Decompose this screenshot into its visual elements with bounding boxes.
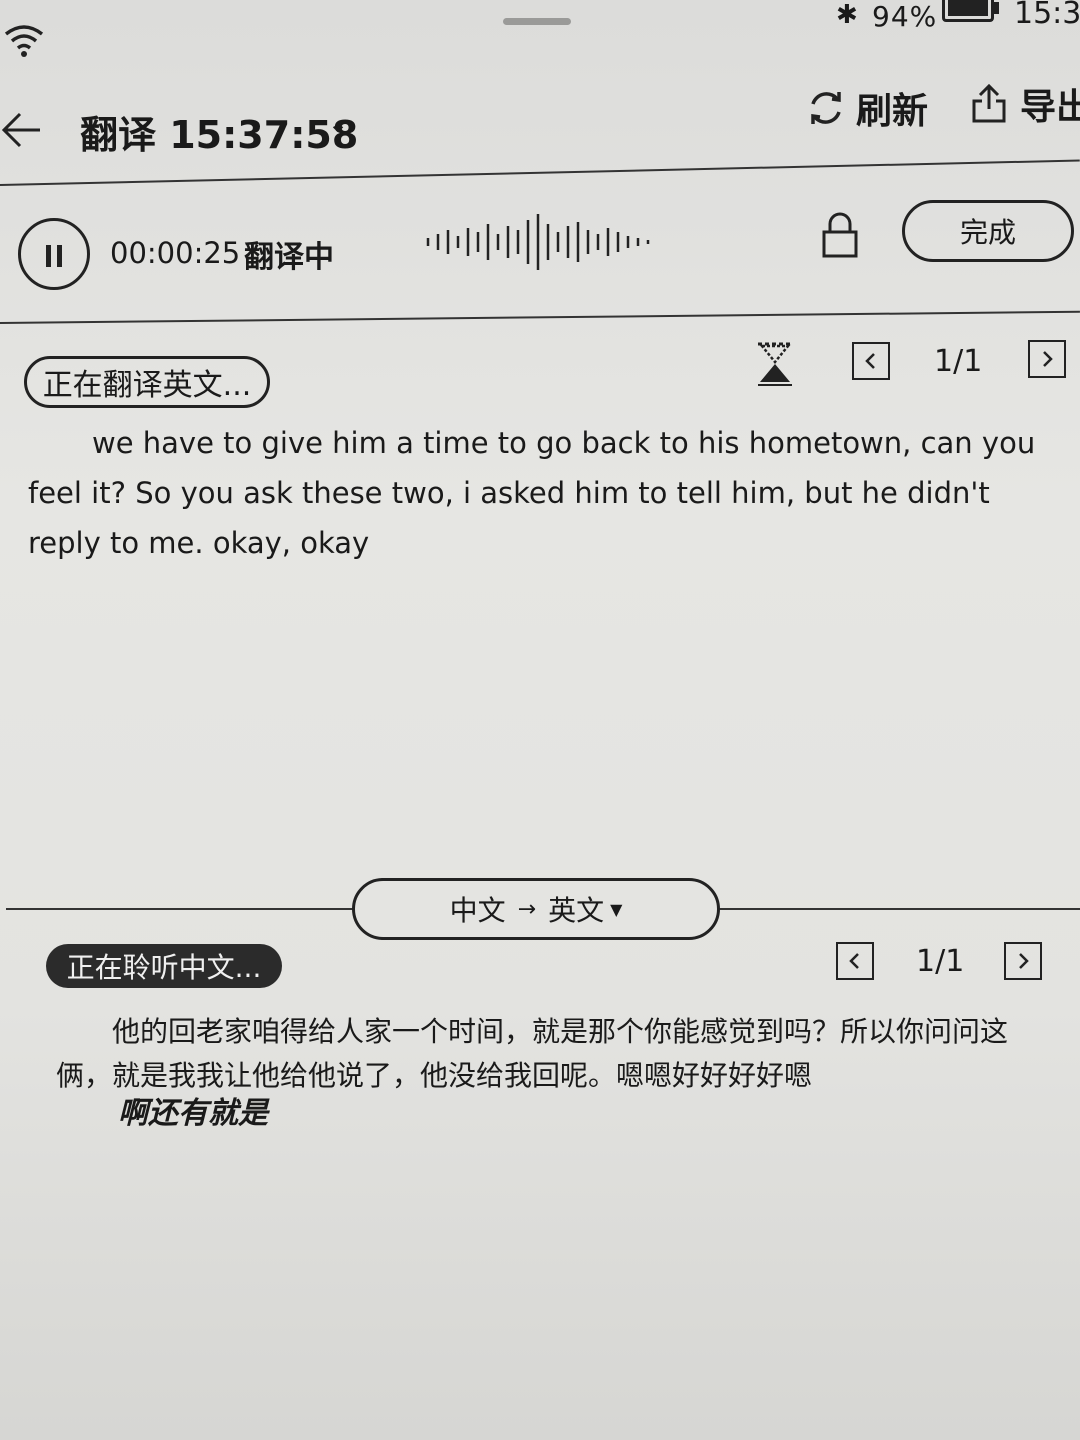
panel-divider-right — [718, 908, 1080, 910]
drag-handle[interactable] — [503, 18, 571, 25]
refresh-icon — [811, 92, 841, 124]
target-language: 英文 — [548, 894, 605, 927]
chevron-right-icon — [1019, 953, 1029, 969]
translation-text: we have to give him a time to go back to… — [28, 426, 1036, 560]
chevron-down-icon[interactable]: ⌄ — [328, 110, 348, 138]
pause-button[interactable] — [18, 218, 90, 290]
translation-prev-page-button[interactable] — [852, 342, 890, 380]
caret-down-icon: ▼ — [610, 899, 623, 919]
refresh-button[interactable]: 刷新 — [806, 84, 928, 132]
refresh-label: 刷新 — [856, 91, 929, 132]
chevron-left-icon — [849, 953, 859, 969]
transcript-next-page-button[interactable] — [1004, 942, 1042, 980]
back-arrow-icon[interactable] — [0, 108, 44, 152]
transcript-prev-page-button[interactable] — [836, 942, 874, 980]
app-screen: ✱ 94% 15:3 翻译 15:37:58 ⌄ 刷新 导出 00:00:25 … — [0, 0, 1080, 1440]
done-button[interactable]: 完成 — [902, 200, 1074, 262]
wifi-icon — [4, 25, 44, 57]
battery-icon — [942, 0, 994, 22]
battery-terminal — [994, 2, 999, 14]
listening-status-pill: 正在聆听中文... — [46, 944, 282, 988]
hourglass-icon[interactable] — [756, 342, 794, 386]
audio-waveform-icon — [426, 214, 650, 270]
language-switch-button[interactable]: 中文 → 英文 ▼ — [352, 878, 720, 940]
transcript-page-indicator: 1/1 — [916, 944, 965, 979]
chevron-right-icon — [1043, 351, 1053, 367]
translation-status-pill: 正在翻译英文... — [24, 356, 270, 408]
recording-status: 翻译中 — [244, 240, 334, 275]
translation-next-page-button[interactable] — [1028, 340, 1066, 378]
page-title[interactable]: 翻译 15:37:58 — [80, 104, 358, 159]
transcript-live-text: 啊还有就是 — [118, 1096, 268, 1131]
chevron-left-icon — [865, 353, 875, 369]
status-clock: 15:3 — [1014, 0, 1080, 31]
elapsed-time: 00:00:25 — [110, 236, 241, 270]
status-bar: ✱ 94% 15:3 — [0, 0, 1080, 60]
panel-divider-left — [6, 908, 354, 910]
translation-page-indicator: 1/1 — [934, 344, 983, 379]
bluetooth-icon: ✱ — [836, 0, 858, 30]
transcript-text: 他的回老家咱得给人家一个时间，就是那个你能感觉到吗？所以你问问这俩，就是我我让他… — [56, 1015, 1009, 1092]
lock-icon[interactable] — [820, 212, 860, 258]
export-label: 导出 — [1020, 87, 1080, 128]
export-button[interactable]: 导出 — [970, 80, 1080, 128]
share-export-icon — [972, 83, 1006, 123]
source-language: 中文 — [449, 894, 506, 927]
arrow-right-icon: → — [517, 896, 537, 922]
battery-percentage: 94% — [872, 0, 938, 33]
recorder-divider — [0, 310, 1080, 324]
header-divider — [0, 159, 1080, 186]
